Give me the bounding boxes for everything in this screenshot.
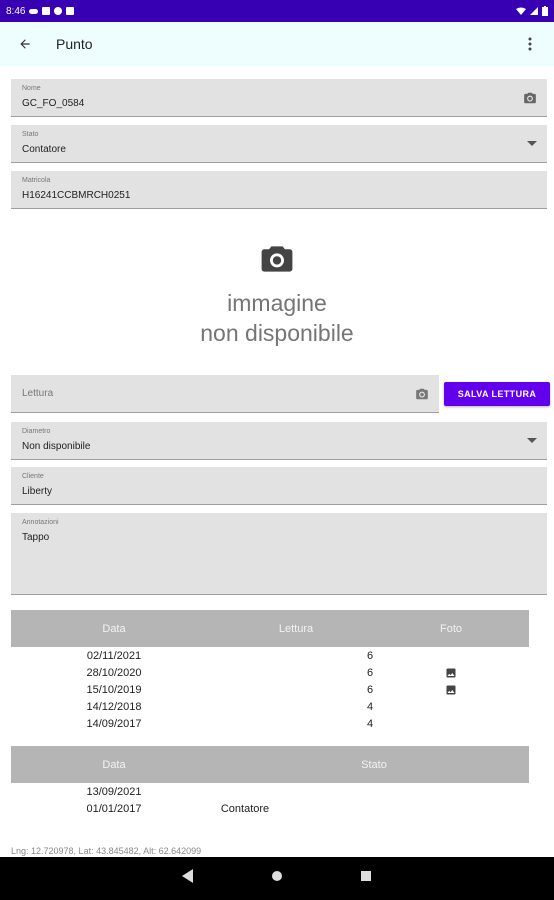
matricola-label: Matricola	[22, 177, 51, 184]
cliente-value: Liberty	[22, 486, 53, 497]
app-bar: Punto	[0, 22, 554, 66]
image-placeholder: immagine non disponibile	[0, 245, 554, 348]
column-header-data: Data	[102, 623, 126, 635]
column-header-stato: Stato	[361, 759, 387, 771]
row-lettura: 6	[366, 684, 374, 696]
annotazioni-value: Tappo	[22, 532, 50, 543]
annotazioni-field[interactable]: Annotazioni Tappo	[11, 513, 547, 595]
sync-icon	[54, 7, 63, 15]
status-time: 8:46	[6, 5, 26, 17]
notification-icon	[42, 7, 51, 15]
back-arrow-icon[interactable]	[14, 33, 36, 55]
cloud-icon	[29, 8, 39, 14]
camera-icon[interactable]	[415, 387, 429, 401]
row-lettura: 4	[366, 718, 374, 730]
nome-label: Nome	[22, 85, 41, 92]
stato-label: Stato	[22, 131, 39, 138]
lettura-placeholder: Lettura	[22, 388, 54, 399]
dropdown-arrow-icon	[527, 141, 537, 146]
camera-icon[interactable]	[523, 91, 537, 105]
table-row: 28/10/2020 6	[0, 665, 554, 682]
nome-value: GC_FO_0584	[22, 98, 85, 109]
navigation-bar	[0, 857, 554, 900]
signal-icon	[530, 7, 538, 15]
row-stato: Contatore	[220, 803, 270, 815]
wifi-icon	[516, 7, 526, 15]
more-options-icon[interactable]	[522, 33, 538, 55]
column-header-lettura: Lettura	[278, 623, 314, 635]
cliente-field[interactable]: Cliente Liberty	[11, 467, 547, 505]
row-lettura: 6	[366, 667, 374, 679]
stato-value: Contatore	[22, 144, 66, 155]
row-data: 01/01/2017	[86, 803, 142, 815]
image-placeholder-line2: non disponibile	[200, 320, 354, 346]
gps-coordinates: Lng: 12.720978, Lat: 43.845482, Alt: 62.…	[11, 846, 202, 856]
diametro-value: Non disponibile	[22, 441, 91, 452]
row-data: 02/11/2021	[86, 650, 142, 662]
nav-recents-icon[interactable]	[360, 869, 372, 883]
dropdown-arrow-icon	[527, 438, 537, 443]
letture-table-header: Data Lettura Foto	[11, 610, 529, 647]
column-header-data: Data	[102, 759, 126, 771]
table-row: 14/12/2018 4	[0, 699, 554, 716]
row-data: 13/09/2021	[86, 786, 142, 798]
row-data: 28/10/2020	[86, 667, 142, 679]
table-row: 14/09/2017 4	[0, 716, 554, 733]
row-data: 14/09/2017	[86, 718, 142, 730]
matricola-field[interactable]: Matricola H16241CCBMRCH0251	[11, 171, 547, 209]
table-row: 13/09/2021	[0, 784, 554, 801]
lettura-input[interactable]: Lettura	[11, 375, 439, 413]
table-row: 02/11/2021 6	[0, 648, 554, 665]
photo-icon[interactable]	[445, 667, 457, 679]
annotazioni-label: Annotazioni	[22, 519, 59, 526]
row-data: 15/10/2019	[86, 684, 142, 696]
row-data: 14/12/2018	[86, 701, 142, 713]
salva-lettura-button[interactable]: SALVA LETTURA	[444, 382, 550, 406]
photo-icon[interactable]	[445, 684, 457, 696]
diametro-dropdown[interactable]: Diametro Non disponibile	[11, 422, 547, 460]
status-bar: 8:46	[0, 0, 554, 22]
row-lettura: 4	[366, 701, 374, 713]
sd-card-icon	[66, 7, 75, 15]
stati-table-header: Data Stato	[11, 746, 529, 783]
table-row: 01/01/2017 Contatore	[0, 801, 554, 818]
nav-home-icon[interactable]	[271, 869, 283, 883]
nome-field[interactable]: Nome GC_FO_0584	[11, 79, 547, 117]
column-header-foto: Foto	[439, 623, 463, 635]
stato-dropdown[interactable]: Stato Contatore	[11, 125, 547, 163]
diametro-label: Diametro	[22, 428, 51, 435]
camera-icon	[261, 246, 293, 272]
image-placeholder-line1: immagine	[227, 290, 327, 316]
battery-icon	[542, 6, 548, 16]
table-row: 15/10/2019 6	[0, 682, 554, 699]
page-title: Punto	[56, 36, 93, 52]
matricola-value: H16241CCBMRCH0251	[22, 190, 131, 201]
row-lettura: 6	[366, 650, 374, 662]
nav-back-icon[interactable]	[182, 869, 194, 883]
cliente-label: Cliente	[22, 473, 44, 480]
